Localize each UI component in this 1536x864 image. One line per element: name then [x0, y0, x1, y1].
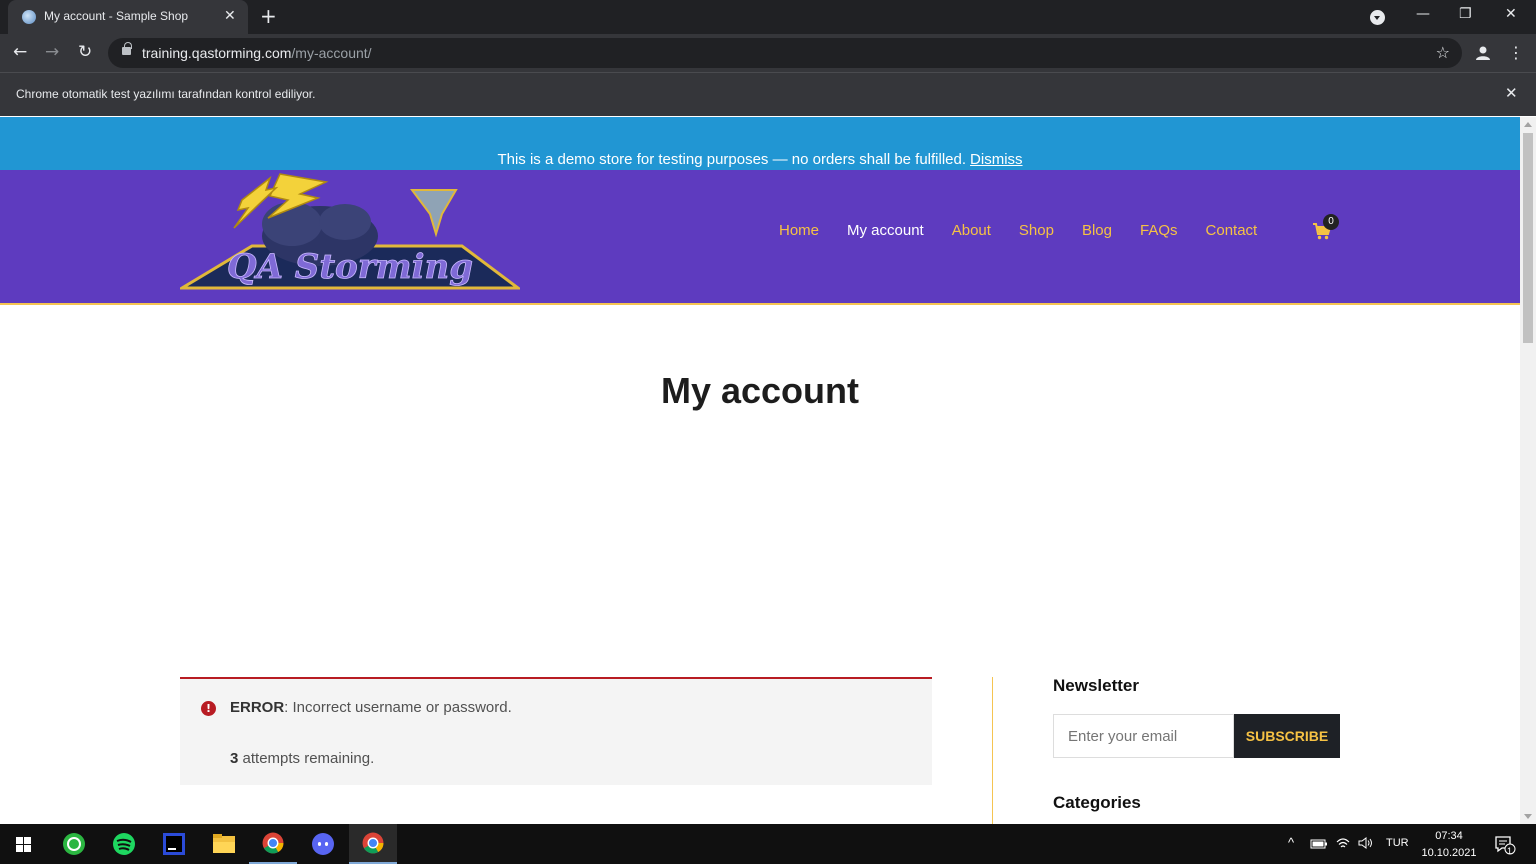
page-scrollbar[interactable] [1520, 117, 1536, 824]
scroll-down-arrow-icon[interactable] [1524, 814, 1532, 819]
wifi-icon[interactable] [1335, 836, 1351, 850]
windows-start-icon[interactable] [0, 824, 48, 864]
intellij-idea-icon[interactable] [150, 824, 198, 864]
tab-title: My account - Sample Shop [44, 9, 189, 23]
restore-button[interactable]: ❐ [1459, 6, 1472, 22]
newsletter-title: Newsletter [1053, 676, 1139, 695]
newsletter-email-input[interactable] [1053, 714, 1234, 758]
nav-shop[interactable]: Shop [1019, 222, 1054, 239]
browser-tabstrip: My account - Sample Shop ✕ + — ❐ ✕ [0, 0, 1536, 34]
close-window-button[interactable]: ✕ [1505, 6, 1517, 22]
error-message: ERROR: Incorrect username or password. [230, 699, 512, 716]
tab-search-icon[interactable] [1370, 10, 1385, 25]
login-error-notice: ! ERROR: Incorrect username or password.… [180, 677, 932, 785]
browser-tab[interactable]: My account - Sample Shop ✕ [8, 0, 248, 34]
attempts-remaining: 3 attempts remaining. [230, 750, 374, 767]
page-viewport: This is a demo store for testing purpose… [0, 117, 1520, 824]
categories-title: Categories [1053, 793, 1141, 812]
cart-count-badge: 0 [1323, 214, 1339, 230]
main-nav: Home My account About Shop Blog FAQs Con… [779, 222, 1257, 239]
error-label: ERROR [230, 699, 285, 716]
back-button[interactable]: ← [13, 42, 27, 62]
nav-about[interactable]: About [952, 222, 991, 239]
nav-contact[interactable]: Contact [1206, 222, 1258, 239]
error-exclamation-icon: ! [201, 701, 216, 716]
clock-date: 10.10.2021 [1421, 847, 1477, 859]
sidebar-divider [992, 677, 993, 824]
nav-faqs[interactable]: FAQs [1140, 222, 1178, 239]
demo-notice-text: This is a demo store for testing purpose… [497, 151, 967, 168]
clock-time: 07:34 [1435, 830, 1463, 842]
spotify-icon[interactable] [100, 824, 148, 864]
notifications-icon[interactable] [1494, 835, 1516, 855]
page-title: My account [660, 370, 860, 411]
scroll-thumb[interactable] [1523, 133, 1533, 343]
logo-text: QA Storming [227, 247, 473, 287]
taskbar-clock[interactable]: 07:34 10.10.2021 [1420, 828, 1478, 862]
dismiss-link[interactable]: Dismiss [970, 151, 1023, 168]
whatsapp-icon[interactable] [50, 824, 98, 864]
url-text[interactable]: training.qastorming.com/my-account/ [142, 45, 372, 61]
forward-button[interactable]: → [45, 42, 59, 62]
nav-blog[interactable]: Blog [1082, 222, 1112, 239]
new-tab-button[interactable]: + [260, 4, 277, 28]
error-text: : Incorrect username or password. [284, 699, 512, 716]
battery-icon[interactable] [1310, 838, 1328, 850]
lock-icon[interactable] [122, 42, 132, 55]
site-header: QA Storming Home My account About Shop B… [0, 170, 1520, 305]
address-bar[interactable]: training.qastorming.com/my-account/ ☆ [108, 38, 1462, 68]
notifications-count: 1 [1507, 846, 1513, 856]
file-explorer-icon[interactable] [200, 824, 248, 864]
language-indicator[interactable]: TUR [1386, 837, 1409, 849]
url-path: /my-account/ [291, 45, 372, 61]
volume-icon[interactable] [1357, 836, 1375, 850]
browser-toolbar: ← → ↻ training.qastorming.com/my-account… [0, 34, 1536, 72]
nav-home[interactable]: Home [779, 222, 819, 239]
attempts-text: attempts remaining. [238, 750, 375, 767]
chrome-taskbar-icon[interactable] [249, 824, 297, 864]
url-host: training.qastorming.com [142, 45, 292, 61]
automation-infobar: Chrome otomatik test yazılımı tarafından… [0, 72, 1536, 116]
profile-icon[interactable] [1474, 44, 1492, 62]
minimize-button[interactable]: — [1416, 6, 1430, 22]
qa-storming-logo[interactable]: QA Storming [180, 172, 520, 294]
discord-icon[interactable] [299, 824, 347, 864]
bookmark-star-icon[interactable]: ☆ [1436, 43, 1450, 62]
infobar-close-icon[interactable]: ✕ [1505, 84, 1518, 102]
tab-close-icon[interactable]: ✕ [224, 8, 236, 24]
nav-my-account[interactable]: My account [847, 222, 924, 239]
globe-favicon-icon [22, 10, 36, 24]
chrome-menu-icon[interactable]: ⋮ [1508, 43, 1524, 62]
subscribe-button[interactable]: SUBSCRIBE [1234, 714, 1340, 758]
demo-notice-text-wrap: This is a demo store for testing purpose… [497, 134, 1022, 168]
windows-taskbar: ^ TUR 07:34 10.10.2021 1 [0, 824, 1536, 864]
scroll-up-arrow-icon[interactable] [1524, 122, 1532, 127]
automation-notice: Chrome otomatik test yazılımı tarafından… [16, 87, 316, 101]
tray-chevron-up-icon[interactable]: ^ [1288, 835, 1294, 850]
demo-store-notice: This is a demo store for testing purpose… [0, 117, 1520, 170]
chrome-active-taskbar-icon[interactable] [349, 824, 397, 864]
reload-button[interactable]: ↻ [78, 42, 92, 62]
